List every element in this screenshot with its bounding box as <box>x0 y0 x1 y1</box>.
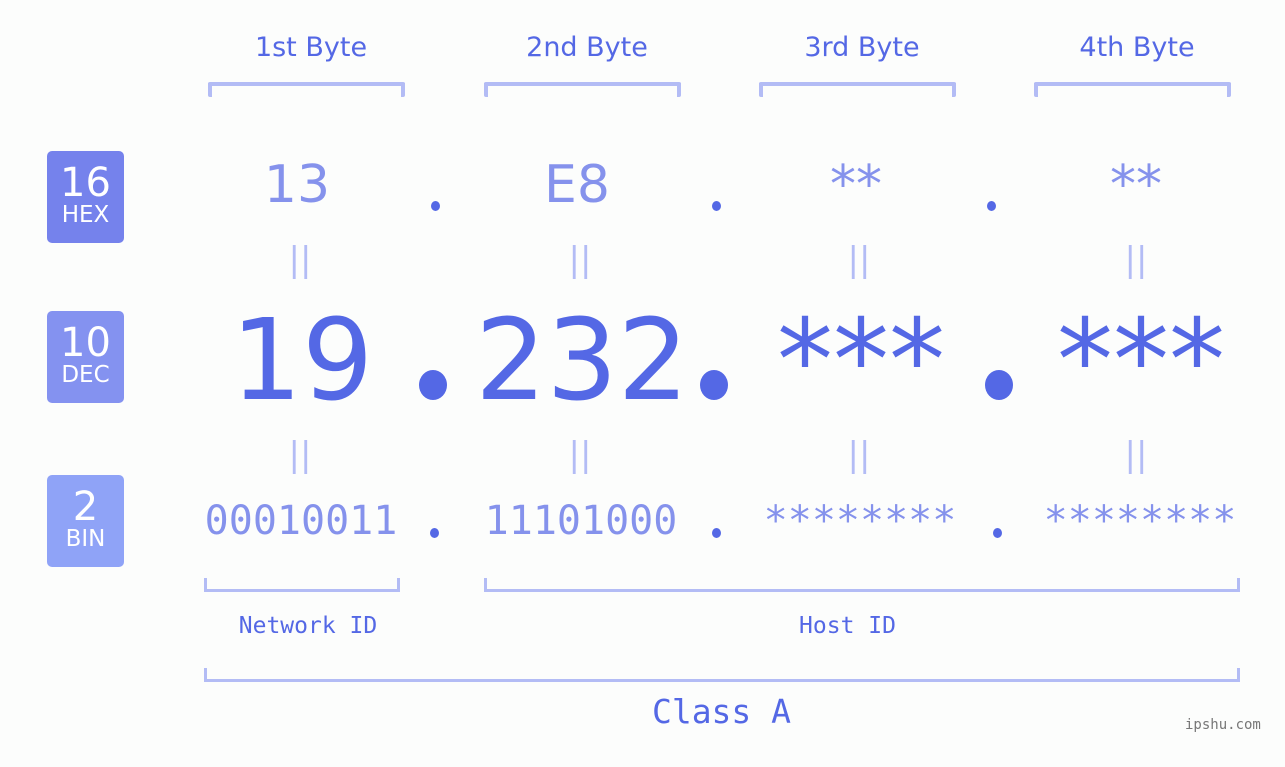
hex-dot-2 <box>712 201 721 211</box>
byte-header-4: 4th Byte <box>1079 32 1195 63</box>
bin-byte-1: 00010011 <box>204 498 398 544</box>
dec-byte-1: 19 <box>230 296 374 426</box>
byte-header-2: 2nd Byte <box>526 32 648 63</box>
dec-byte-2: 232 <box>475 296 689 426</box>
byte-bracket-1 <box>208 82 405 97</box>
watermark: ipshu.com <box>1185 717 1261 733</box>
equals-sign: || <box>288 435 312 475</box>
dec-dot-2 <box>700 370 728 400</box>
equals-sign: || <box>568 240 592 280</box>
hex-dot-3 <box>987 201 996 211</box>
dec-badge: 10 DEC <box>47 311 124 403</box>
bin-dot-3 <box>993 528 1002 538</box>
bin-dot-2 <box>712 528 721 538</box>
hex-badge-label: HEX <box>61 202 110 228</box>
dec-dot-1 <box>419 370 447 400</box>
equals-sign: || <box>288 240 312 280</box>
hex-badge: 16 HEX <box>47 151 124 243</box>
bin-dot-1 <box>430 528 439 538</box>
hex-byte-3: ** <box>830 155 882 215</box>
bin-byte-4: ******** <box>1043 498 1237 544</box>
class-label: Class A <box>651 692 792 731</box>
network-id-label: Network ID <box>238 613 378 639</box>
equals-sign: || <box>847 240 871 280</box>
dec-badge-label: DEC <box>61 362 110 388</box>
bin-byte-2: 11101000 <box>484 498 678 544</box>
class-bracket <box>204 668 1240 682</box>
bin-byte-3: ******** <box>763 498 957 544</box>
byte-header-3: 3rd Byte <box>804 32 920 63</box>
hex-byte-4: ** <box>1110 155 1162 215</box>
dec-byte-3: *** <box>777 296 945 426</box>
byte-bracket-2 <box>484 82 681 97</box>
network-id-bracket <box>204 578 400 592</box>
byte-header-1: 1st Byte <box>254 32 368 63</box>
bin-badge-label: BIN <box>65 526 106 552</box>
host-id-bracket <box>484 578 1240 592</box>
hex-dot-1 <box>431 201 440 211</box>
equals-sign: || <box>568 435 592 475</box>
host-id-label: Host ID <box>799 613 896 639</box>
bin-badge: 2 BIN <box>47 475 124 567</box>
dec-dot-3 <box>985 370 1013 400</box>
equals-sign: || <box>1124 240 1148 280</box>
equals-sign: || <box>847 435 871 475</box>
hex-byte-1: 13 <box>263 155 331 215</box>
byte-bracket-3 <box>759 82 956 97</box>
dec-byte-4: *** <box>1057 296 1225 426</box>
hex-byte-2: E8 <box>544 155 610 215</box>
byte-bracket-4 <box>1034 82 1231 97</box>
dec-badge-base: 10 <box>60 320 111 366</box>
hex-badge-base: 16 <box>60 160 111 206</box>
equals-sign: || <box>1124 435 1148 475</box>
bin-badge-base: 2 <box>72 484 99 530</box>
